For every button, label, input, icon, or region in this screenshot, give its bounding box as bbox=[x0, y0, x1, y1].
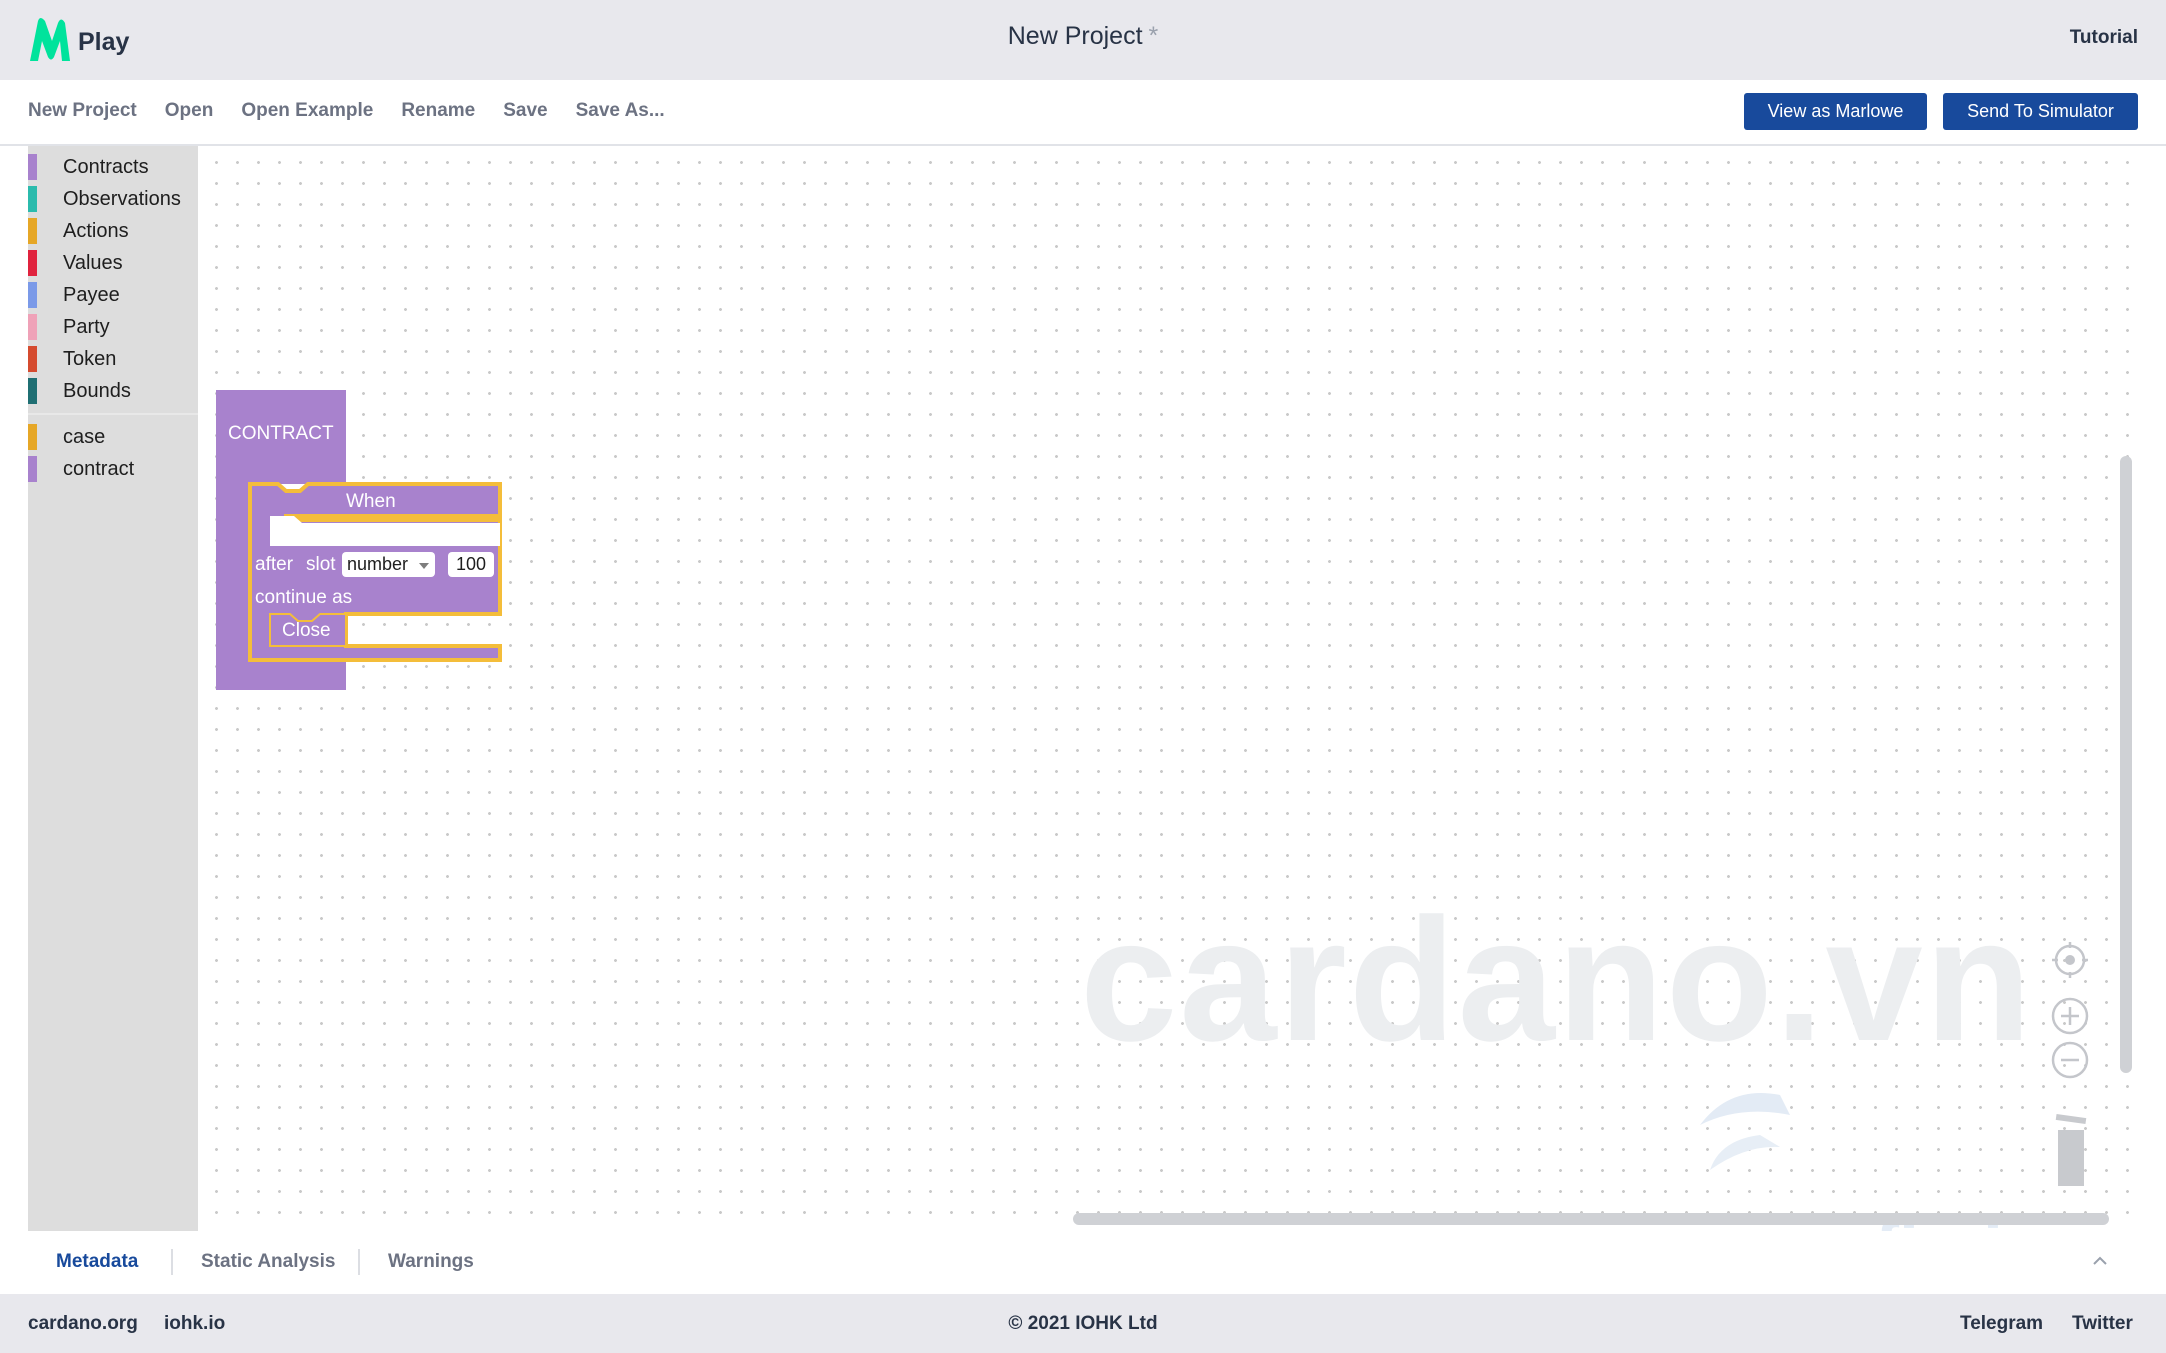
save-as-button[interactable]: Save As... bbox=[576, 100, 665, 122]
tab-metadata[interactable]: Metadata bbox=[56, 1251, 138, 1273]
category-color-swatch bbox=[28, 314, 37, 340]
contract-block-title: CONTRACT bbox=[228, 423, 334, 444]
open-button[interactable]: Open bbox=[165, 100, 214, 122]
rename-button[interactable]: Rename bbox=[401, 100, 475, 122]
toolbox-category-observations[interactable]: Observations bbox=[28, 184, 181, 214]
recenter-icon[interactable] bbox=[2050, 940, 2090, 980]
category-color-swatch bbox=[28, 424, 37, 450]
category-label: Observations bbox=[63, 187, 181, 210]
category-color-swatch bbox=[28, 250, 37, 276]
category-color-swatch bbox=[28, 378, 37, 404]
category-color-swatch bbox=[28, 186, 37, 212]
close-block-label: Close bbox=[282, 620, 331, 641]
project-title: New Project * bbox=[0, 22, 2166, 51]
view-as-marlowe-button[interactable]: View as Marlowe bbox=[1744, 93, 1927, 130]
zoom-out-icon[interactable] bbox=[2050, 1040, 2090, 1080]
trash-icon[interactable] bbox=[2054, 1110, 2088, 1190]
toolbox-category-payee[interactable]: Payee bbox=[28, 280, 120, 310]
chevron-up-icon[interactable] bbox=[2090, 1251, 2110, 1271]
category-color-swatch bbox=[28, 282, 37, 308]
slot-type-value: number bbox=[347, 554, 409, 574]
tab-warnings[interactable]: Warnings bbox=[388, 1251, 474, 1273]
project-title-text: New Project bbox=[1007, 22, 1143, 50]
unsaved-marker: * bbox=[1148, 22, 1159, 50]
tab-static-analysis[interactable]: Static Analysis bbox=[201, 1251, 335, 1273]
category-label: Token bbox=[63, 347, 117, 370]
toolbox-category-party[interactable]: Party bbox=[28, 312, 110, 342]
toolbox-hole-case[interactable]: case bbox=[28, 422, 105, 452]
tutorial-link[interactable]: Tutorial bbox=[2070, 27, 2138, 49]
category-label: Party bbox=[63, 315, 110, 338]
project-toolbar: New Project Open Open Example Rename Sav… bbox=[0, 80, 2166, 146]
footer-link-twitter[interactable]: Twitter bbox=[2072, 1313, 2133, 1335]
toolbox-category-token[interactable]: Token bbox=[28, 344, 116, 374]
when-slot-label: slot bbox=[306, 554, 336, 575]
category-color-swatch bbox=[28, 154, 37, 180]
toolbox-category-actions[interactable]: Actions bbox=[28, 216, 129, 246]
toolbox-category-contracts[interactable]: Contracts bbox=[28, 152, 149, 182]
toolbox-separator bbox=[28, 413, 198, 415]
dropdown-arrow-icon bbox=[419, 563, 429, 569]
category-color-swatch bbox=[28, 218, 37, 244]
zoom-in-icon[interactable] bbox=[2050, 996, 2090, 1036]
vertical-scrollbar[interactable] bbox=[2120, 456, 2132, 1073]
slot-value-field[interactable]: 100 bbox=[448, 552, 494, 577]
app-footer: cardano.org iohk.io © 2021 IOHK Ltd Tele… bbox=[0, 1294, 2166, 1353]
category-label: Actions bbox=[63, 219, 129, 242]
toolbox-hole-contract[interactable]: contract bbox=[28, 454, 134, 484]
send-to-simulator-button[interactable]: Send To Simulator bbox=[1943, 93, 2138, 130]
horizontal-scrollbar[interactable] bbox=[1073, 1213, 2109, 1225]
open-example-button[interactable]: Open Example bbox=[241, 100, 373, 122]
project-menu: New Project Open Open Example Rename Sav… bbox=[28, 100, 665, 122]
category-color-swatch bbox=[28, 456, 37, 482]
footer-link-telegram[interactable]: Telegram bbox=[1960, 1313, 2043, 1335]
tab-divider bbox=[171, 1249, 173, 1275]
when-after-label: after bbox=[255, 554, 294, 575]
tab-divider bbox=[358, 1249, 360, 1275]
toolbox-category-values[interactable]: Values bbox=[28, 248, 123, 278]
bottom-panel-tabs: Metadata Static Analysis Warnings bbox=[28, 1231, 2138, 1294]
slot-type-dropdown[interactable]: number bbox=[342, 552, 435, 577]
new-project-button[interactable]: New Project bbox=[28, 100, 137, 122]
category-label: Values bbox=[63, 251, 123, 274]
save-button[interactable]: Save bbox=[503, 100, 547, 122]
category-label: Bounds bbox=[63, 379, 131, 402]
toolbox-category-bounds[interactable]: Bounds bbox=[28, 376, 131, 406]
when-continue-label: continue as bbox=[255, 587, 353, 608]
category-label: Contracts bbox=[63, 155, 149, 178]
blockly-workspace[interactable] bbox=[198, 146, 2138, 1231]
category-color-swatch bbox=[28, 346, 37, 372]
category-label: case bbox=[63, 425, 106, 448]
copyright: © 2021 IOHK Ltd bbox=[1008, 1313, 1158, 1334]
when-block-title: When bbox=[346, 491, 396, 512]
app-header: Play New Project * Tutorial bbox=[0, 0, 2166, 80]
category-label: contract bbox=[63, 457, 135, 480]
category-label: Payee bbox=[63, 283, 120, 306]
blockly-toolbox: Contracts Observations Actions Values Pa… bbox=[28, 146, 198, 1231]
